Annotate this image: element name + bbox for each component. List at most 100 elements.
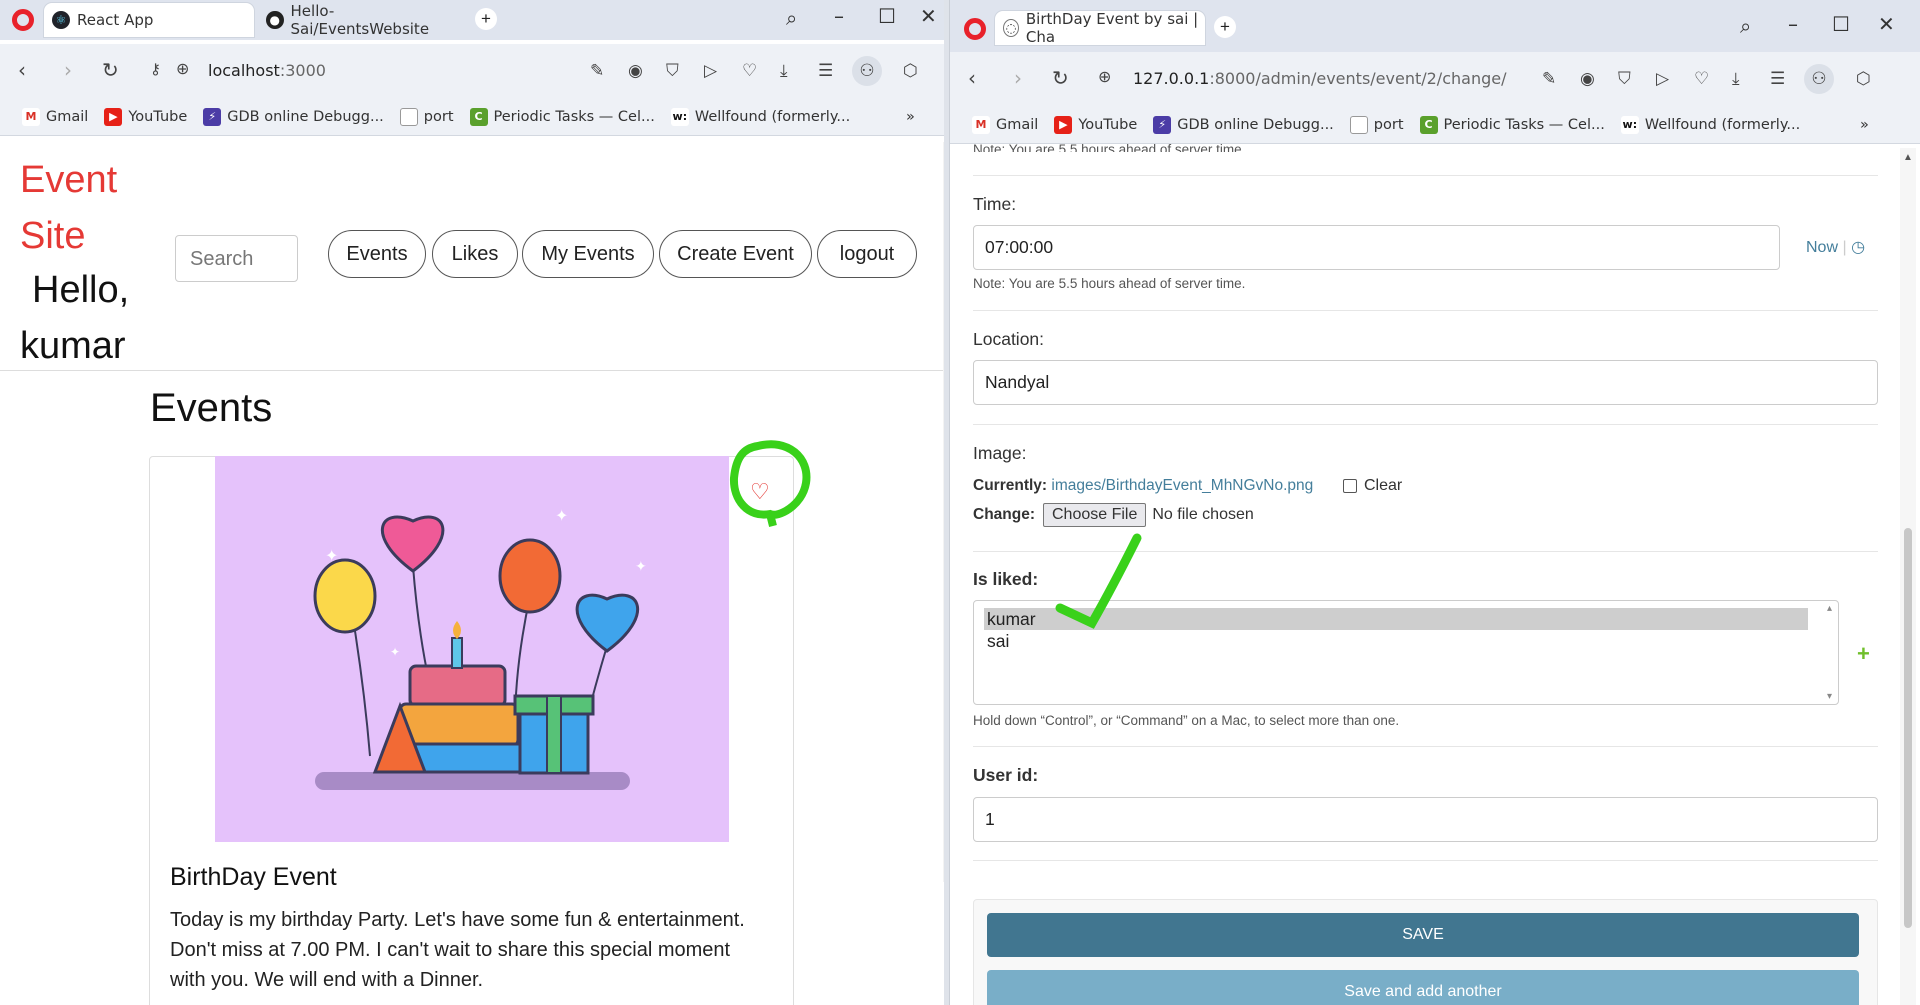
bookmark-gmail[interactable]: M Gmail	[22, 107, 88, 126]
image-clear: Clear	[1343, 477, 1402, 495]
bookmark-wellfound[interactable]: w: Wellfound (formerly...	[670, 107, 850, 126]
scroll-up-icon[interactable]: ▴	[1827, 603, 1832, 614]
choose-file-button[interactable]: Choose File	[1043, 503, 1147, 527]
annotation-circle	[729, 440, 811, 527]
url-port: :3000	[279, 61, 326, 80]
address-input[interactable]: 127.0.0.1:8000/admin/events/event/2/chan…	[1133, 69, 1506, 88]
heart-icon[interactable]: ♡	[1694, 69, 1709, 89]
address-input[interactable]: localhost:3000	[208, 61, 326, 80]
bookmark-youtube[interactable]: ▶ YouTube	[104, 107, 187, 126]
bookmark-port[interactable]: port	[1349, 115, 1404, 134]
search-input[interactable]: Search	[175, 235, 298, 282]
tab-search-icon[interactable]: ⌕	[1740, 14, 1751, 38]
bookmark-youtube[interactable]: ▶ YouTube	[1054, 115, 1137, 134]
like-heart-button[interactable]: ♡	[750, 479, 770, 505]
close-button[interactable]: ✕	[920, 4, 937, 28]
back-icon[interactable]: ‹	[968, 66, 976, 90]
bookmark-label: port	[423, 108, 454, 125]
edit-icon[interactable]: ✎	[1542, 69, 1556, 89]
svg-text:✦: ✦	[390, 645, 400, 659]
play-icon[interactable]: ▷	[1656, 69, 1669, 89]
download-icon[interactable]: ⤓	[780, 61, 788, 81]
github-icon: ●	[266, 11, 284, 29]
forward-icon[interactable]: ›	[64, 58, 72, 82]
profile-icon[interactable]: ⚇	[1804, 64, 1834, 94]
cube-icon[interactable]: ⬡	[1856, 69, 1871, 89]
globe-icon: ⊕	[176, 59, 190, 78]
save-button[interactable]: SAVE	[987, 913, 1859, 957]
tab-admin-event[interactable]: ◌ BirthDay Event by sai | Cha	[995, 10, 1205, 46]
globe-icon: ⊕	[1098, 67, 1112, 86]
maximize-button[interactable]: ☐	[878, 4, 896, 28]
back-icon[interactable]: ‹	[18, 58, 26, 82]
forward-icon[interactable]: ›	[1014, 66, 1022, 90]
add-related-icon[interactable]: +	[1857, 641, 1870, 667]
greeting: Hello, kumar	[20, 262, 129, 374]
bookmark-gmail[interactable]: M Gmail	[972, 115, 1038, 134]
tab-title: Hello-Sai/EventsWebsite	[290, 2, 430, 38]
camera-icon[interactable]: ◉	[628, 61, 643, 81]
close-button[interactable]: ✕	[1878, 12, 1895, 36]
nav-create-event-button[interactable]: Create Event	[659, 230, 812, 278]
clear-checkbox[interactable]	[1343, 479, 1357, 493]
bookmark-label: port	[1373, 116, 1404, 133]
maximize-button[interactable]: ☐	[1832, 12, 1850, 36]
time-input[interactable]: 07:00:00	[973, 225, 1780, 270]
brand-logo[interactable]: Event Site	[20, 152, 117, 264]
profile-icon[interactable]: ⚇	[852, 56, 882, 86]
opera-logo-icon[interactable]	[964, 18, 986, 40]
location-input[interactable]: Nandyal	[973, 360, 1878, 405]
bookmark-periodic-tasks[interactable]: C Periodic Tasks — Cel...	[469, 107, 655, 126]
new-tab-button[interactable]: +	[1214, 16, 1236, 38]
bookmark-port[interactable]: port	[399, 107, 454, 126]
scroll-down-icon[interactable]: ▾	[1827, 691, 1832, 702]
nav-my-events-button[interactable]: My Events	[522, 230, 654, 278]
play-icon[interactable]: ▷	[704, 61, 717, 81]
scrollbar-thumb[interactable]	[1904, 528, 1912, 928]
user-id-input[interactable]: 1	[973, 797, 1878, 842]
current-image-link[interactable]: images/BirthdayEvent_MhNGvNo.png	[1051, 477, 1313, 494]
header-divider	[0, 370, 944, 371]
minimize-button[interactable]: –	[834, 4, 844, 28]
right-scrollbar[interactable]: ▲	[1900, 148, 1916, 1005]
download-icon[interactable]: ⤓	[1732, 69, 1740, 89]
tab-github[interactable]: ● Hello-Sai/EventsWebsite	[258, 2, 468, 38]
nav-events-button[interactable]: Events	[328, 230, 426, 278]
minimize-button[interactable]: –	[1788, 12, 1798, 36]
react-app-page: Event Site Hello, kumar Search Events Li…	[0, 142, 944, 1005]
bookmark-periodic-tasks[interactable]: C Periodic Tasks — Cel...	[1419, 115, 1605, 134]
heart-icon[interactable]: ♡	[742, 61, 757, 81]
wellfound-icon: w:	[1620, 115, 1639, 134]
now-link[interactable]: Now	[1806, 239, 1838, 256]
annotation-checkmark	[1055, 533, 1142, 629]
shield-icon[interactable]: ⛉	[1618, 69, 1631, 89]
bookmark-gdb[interactable]: ⚡ GDB online Debugg...	[203, 107, 384, 126]
save-and-add-another-button[interactable]: Save and add another	[987, 970, 1859, 1005]
reload-icon[interactable]: ↻	[1052, 66, 1069, 90]
left-scrollbar[interactable]	[943, 142, 944, 882]
new-tab-button[interactable]: +	[475, 8, 497, 30]
bookmark-gdb[interactable]: ⚡ GDB online Debugg...	[1153, 115, 1334, 134]
menu-icon[interactable]: ☰	[1770, 69, 1785, 89]
reload-icon[interactable]: ↻	[102, 58, 119, 82]
is-liked-label: Is liked:	[973, 569, 1039, 589]
more-bookmarks-icon[interactable]: »	[1860, 117, 1869, 133]
camera-icon[interactable]: ◉	[1580, 69, 1595, 89]
tab-search-icon[interactable]: ⌕	[786, 6, 797, 30]
scroll-up-icon[interactable]: ▲	[1903, 152, 1913, 163]
tab-bar: ◌ BirthDay Event by sai | Cha + ⌕ – ☐ ✕	[950, 0, 1920, 52]
edit-icon[interactable]: ✎	[590, 61, 604, 81]
menu-icon[interactable]: ☰	[818, 61, 833, 81]
opera-logo-icon[interactable]	[12, 9, 34, 31]
cube-icon[interactable]: ⬡	[903, 61, 918, 81]
bookmark-wellfound[interactable]: w: Wellfound (formerly...	[1620, 115, 1800, 134]
nav-likes-button[interactable]: Likes	[432, 230, 518, 278]
nav-logout-button[interactable]: logout	[817, 230, 917, 278]
event-description: Today is my birthday Party. Let's have s…	[170, 909, 745, 991]
globe-icon: ◌	[1003, 19, 1019, 37]
clock-icon[interactable]: ◷	[1851, 239, 1865, 256]
more-bookmarks-icon[interactable]: »	[906, 109, 915, 125]
tab-react-app[interactable]: ⚛ React App	[44, 3, 254, 37]
shield-icon[interactable]: ⛉	[666, 61, 679, 81]
multiselect-help: Hold down “Control”, or “Command” on a M…	[973, 713, 1400, 728]
